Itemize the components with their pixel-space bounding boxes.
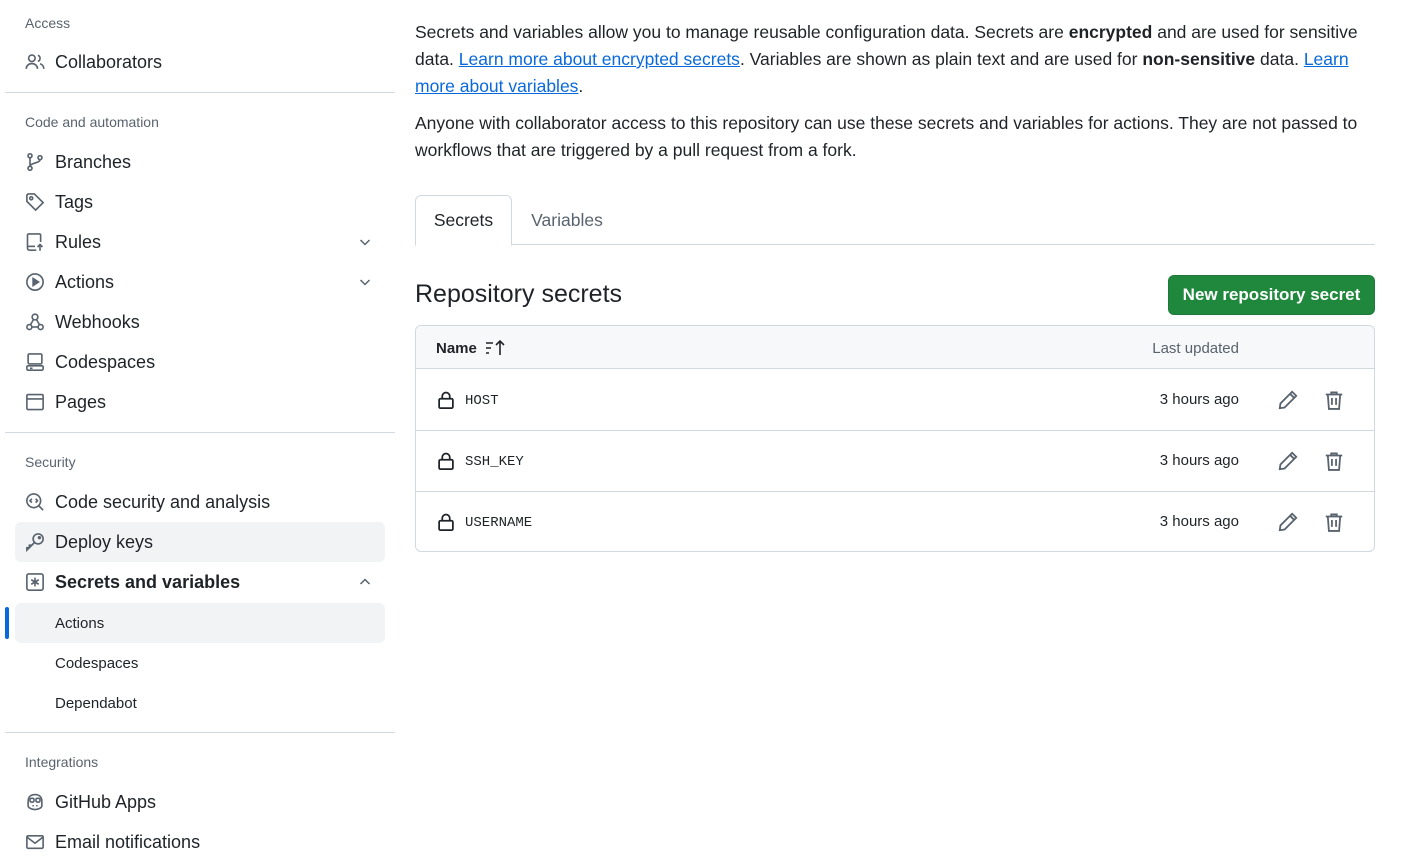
people-icon [25,52,45,72]
sidebar-item-label: Code security and analysis [55,491,271,512]
trash-icon[interactable] [1323,511,1345,533]
codescan-icon [25,492,45,512]
table-row: USERNAME 3 hours ago [416,492,1374,551]
section-title-integrations: Integrations [25,754,99,770]
codespaces-icon [25,352,45,372]
pencil-icon[interactable] [1277,389,1299,411]
sidebar-item-github-apps[interactable]: GitHub Apps [15,782,385,822]
sidebar-subitem-actions[interactable]: Actions [15,603,385,643]
secret-name: SSH_KEY [465,454,524,470]
sidebar-item-label: Tags [55,191,94,212]
divider [5,732,395,733]
mail-icon [25,832,45,852]
secrets-table: Name Last updated HOST 3 hours ago SSH_K… [415,325,1375,552]
sidebar-item-label: Branches [55,151,132,172]
sidebar-item-webhooks[interactable]: Webhooks [15,302,385,342]
divider [5,92,395,93]
trash-icon[interactable] [1323,450,1345,472]
sidebar-item-email-notifications[interactable]: Email notifications [15,822,385,862]
sidebar-item-rules[interactable]: Rules [15,222,385,262]
intro-text: data. [1255,49,1304,69]
asterisk-icon [25,572,45,592]
sidebar-item-label: Pages [55,391,107,412]
tab-secrets[interactable]: Secrets [415,195,512,246]
chevron-up-icon[interactable] [355,572,375,592]
column-name-header[interactable]: Name [436,339,507,357]
sidebar-subitem-codespaces[interactable]: Codespaces [15,643,385,683]
section-title-code-automation: Code and automation [25,114,159,130]
sidebar-item-deploy-keys[interactable]: Deploy keys [15,522,385,562]
table-row: SSH_KEY 3 hours ago [416,431,1374,492]
secret-last-updated: 3 hours ago [1159,391,1239,408]
browser-icon [25,392,45,412]
secret-last-updated: 3 hours ago [1159,513,1239,530]
sidebar-item-code-security[interactable]: Code security and analysis [15,482,385,522]
copilot-icon [25,792,45,812]
webhook-icon [25,312,45,332]
lock-icon [438,391,454,409]
sidebar-item-label: Deploy keys [55,531,154,552]
lock-icon [438,452,454,470]
intro-text: . [578,76,584,96]
sidebar-item-label: Actions [55,271,115,292]
sort-ascending-icon[interactable] [485,339,507,357]
divider [5,432,395,433]
sidebar-subitem-dependabot[interactable]: Dependabot [15,683,385,723]
intro-paragraph: Secrets and variables allow you to manag… [415,19,1375,100]
sidebar-item-collaborators[interactable]: Collaborators [15,42,385,82]
sidebar-item-label: Secrets and variables [55,571,241,592]
chevron-down-icon[interactable] [355,272,375,292]
sidebar-item-label: Collaborators [55,51,163,72]
pencil-icon[interactable] [1277,450,1299,472]
lock-icon [438,513,454,531]
intro-text: . Variables are shown as plain text and … [739,49,1143,69]
secrets-variables-tabs: Secrets Variables [415,195,1375,246]
intro-bold-encrypted: encrypted [1068,22,1153,42]
sidebar-item-tags[interactable]: Tags [15,182,385,222]
section-title-security: Security [25,454,76,470]
pencil-icon[interactable] [1277,511,1299,533]
sidebar-item-label: Email notifications [55,831,201,852]
column-last-updated-header: Last updated [1152,340,1239,357]
secret-name: USERNAME [465,515,533,531]
play-icon [25,272,45,292]
current-item-indicator [5,607,9,639]
secret-last-updated: 3 hours ago [1159,452,1239,469]
sidebar-item-label: Codespaces [55,351,156,372]
learn-more-secrets-link[interactable]: Learn more about encrypted secrets [459,49,740,69]
table-header: Name Last updated [416,326,1374,369]
tag-icon [25,192,45,212]
sidebar-item-secrets-variables[interactable]: Secrets and variables [15,562,385,602]
section-title-access: Access [25,15,71,31]
collaborator-access-note: Anyone with collaborator access to this … [415,113,1358,160]
settings-sidebar: Access Collaborators Code and automation… [0,0,400,863]
table-row: HOST 3 hours ago [416,370,1374,431]
sidebar-item-codespaces[interactable]: Codespaces [15,342,385,382]
sidebar-item-pages[interactable]: Pages [15,382,385,422]
new-repository-secret-button[interactable]: New repository secret [1168,275,1375,315]
intro-bold-non-sensitive: non-sensitive [1142,49,1256,69]
sidebar-item-branches[interactable]: Branches [15,142,385,182]
column-name-label: Name [436,339,477,357]
sidebar-item-label: Rules [55,231,102,252]
key-icon [25,532,45,552]
sidebar-item-label: Webhooks [55,311,140,332]
secret-name: HOST [465,393,499,409]
sidebar-item-actions[interactable]: Actions [15,262,385,302]
tab-variables[interactable]: Variables [512,195,622,245]
git-branch-icon [25,152,45,172]
intro-text: Secrets and variables allow you to manag… [415,22,1069,42]
repo-push-icon [25,232,45,252]
repository-secrets-heading: Repository secrets [415,280,623,308]
sidebar-item-label: GitHub Apps [55,791,157,812]
chevron-down-icon[interactable] [355,232,375,252]
trash-icon[interactable] [1323,389,1345,411]
